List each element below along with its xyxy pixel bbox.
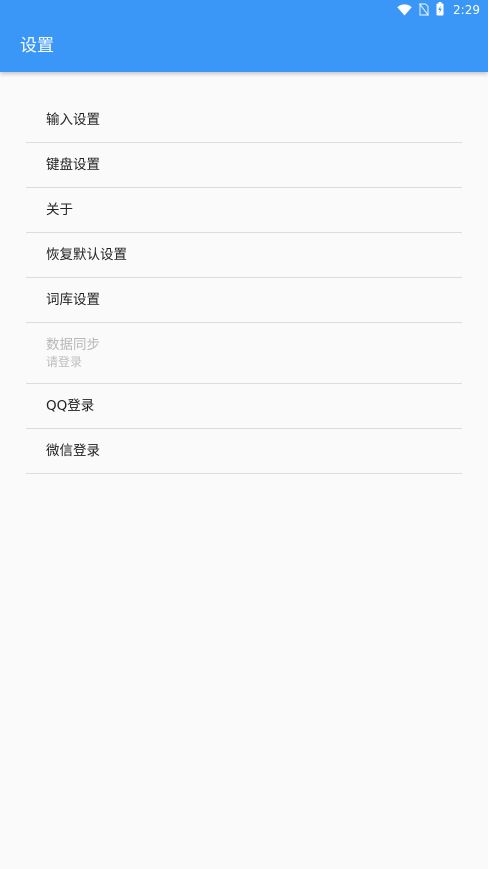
settings-item-qq-login[interactable]: QQ登录 <box>26 384 462 429</box>
settings-item-label: 词库设置 <box>46 292 100 308</box>
settings-item-label: 微信登录 <box>46 443 100 459</box>
status-bar: 2:29 <box>0 0 488 20</box>
settings-item-label: 键盘设置 <box>46 157 100 173</box>
settings-item-keyboard[interactable]: 键盘设置 <box>26 143 462 188</box>
settings-item-data-sync: 数据同步 请登录 <box>26 323 462 384</box>
app-bar: 2:29 设置 <box>0 0 488 72</box>
status-time: 2:29 <box>453 3 480 17</box>
page-title: 设置 <box>20 36 54 56</box>
settings-item-subtitle: 请登录 <box>46 355 83 369</box>
settings-item-about[interactable]: 关于 <box>26 188 462 233</box>
settings-item-label: QQ登录 <box>46 398 95 414</box>
status-icons: 2:29 <box>397 1 480 20</box>
battery-charging-icon <box>436 1 444 20</box>
settings-item-wechat-login[interactable]: 微信登录 <box>26 429 462 474</box>
settings-list: 输入设置 键盘设置 关于 恢复默认设置 词库设置 数据同步 请登录 QQ登录 微… <box>26 98 462 474</box>
settings-item-restore-defaults[interactable]: 恢复默认设置 <box>26 233 462 278</box>
no-sim-icon <box>419 1 430 20</box>
settings-item-label: 输入设置 <box>46 112 100 128</box>
settings-item-dictionary[interactable]: 词库设置 <box>26 278 462 323</box>
settings-item-label: 数据同步 <box>46 337 100 353</box>
settings-item-input[interactable]: 输入设置 <box>26 98 462 143</box>
settings-item-label: 关于 <box>46 202 73 218</box>
wifi-icon <box>397 1 412 20</box>
settings-item-label: 恢复默认设置 <box>46 247 127 263</box>
